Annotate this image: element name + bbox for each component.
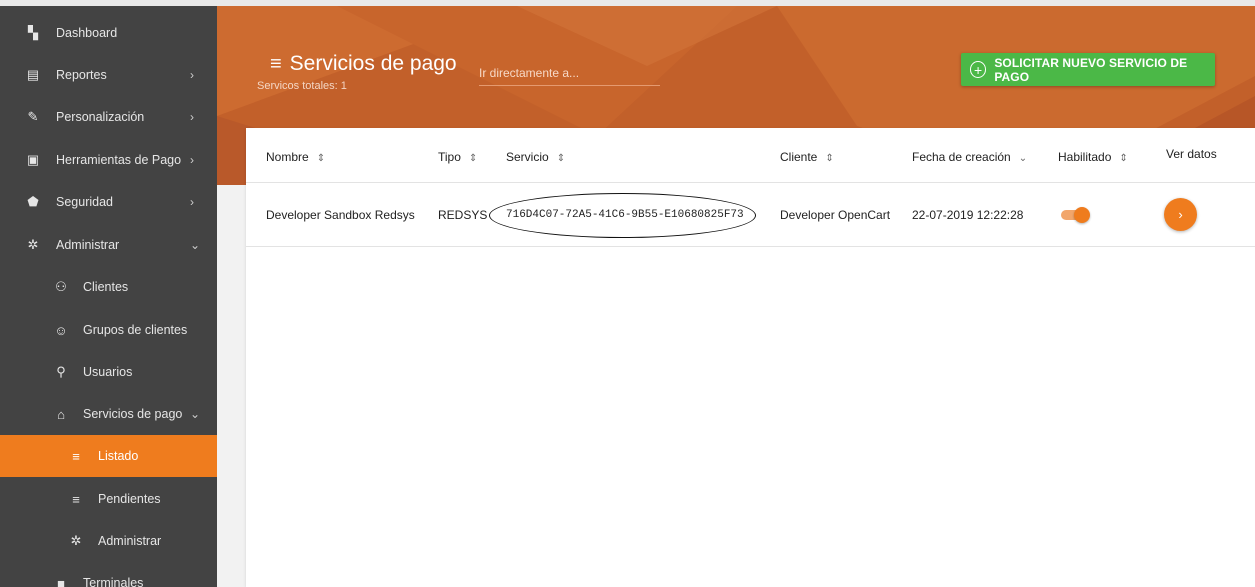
column-header-ver-datos: Ver datos xyxy=(1166,147,1217,161)
bank-icon: ⌂ xyxy=(57,406,65,422)
sort-icon: ⇕ xyxy=(316,153,326,164)
services-table: Nombre ⇕ Tipo ⇕ Servicio ⇕ Cliente ⇕ Fecha d… xyxy=(246,128,1255,587)
sidebar-item-label: Pendientes xyxy=(98,492,161,506)
gear-icon: ✲ xyxy=(70,533,82,548)
sidebar-item-dashboard[interactable]: ▚ Dashboard xyxy=(0,12,217,54)
toggle-knob xyxy=(1074,207,1090,223)
column-label: Cliente xyxy=(780,150,818,164)
column-label: Nombre xyxy=(266,150,309,164)
column-label: Habilitado xyxy=(1058,150,1112,164)
search-input[interactable] xyxy=(479,60,660,86)
group-icon: ☺ xyxy=(54,322,68,338)
cell-nombre: Developer Sandbox Redsys xyxy=(266,208,415,222)
sidebar-item-label: Personalización xyxy=(56,110,145,124)
sort-icon: ⇕ xyxy=(1119,153,1128,164)
sidebar-item-herramientas[interactable]: ▣ Herramientas de Pago › xyxy=(0,139,217,181)
app-root: ▚ Dashboard ▤ Reportes › ✎ Personalizaci… xyxy=(0,0,1255,587)
menu-icon: ≡ xyxy=(270,52,282,75)
list-icon: ≡ xyxy=(72,491,80,507)
sidebar-item-label: Servicios de pago xyxy=(83,407,183,421)
dashboard-icon: ▚ xyxy=(28,25,38,40)
sidebar-item-seguridad[interactable]: ⬟ Seguridad › xyxy=(0,181,217,223)
sidebar-item-label: Reportes xyxy=(56,68,107,82)
column-label: Tipo xyxy=(438,150,461,164)
sidebar-item-listado[interactable]: ≡ Listado xyxy=(0,435,217,477)
request-new-service-button[interactable]: + SOLICITAR NUEVO SERVICIO DE PAGO xyxy=(961,53,1215,86)
header-divider xyxy=(246,182,1255,183)
add-circle-icon: + xyxy=(970,61,987,78)
sidebar-item-label: Administrar xyxy=(56,238,120,252)
sidebar-item-grupos-clientes[interactable]: ☺ Grupos de clientes xyxy=(0,309,217,351)
cell-tipo: REDSYS xyxy=(438,208,488,222)
cell-servicio: 716D4C07-72A5-41C6-9B55-E10680825F73 xyxy=(506,209,744,221)
row-divider xyxy=(246,246,1255,247)
sort-icon: ⇕ xyxy=(468,153,478,164)
chevron-down-icon: ⌄ xyxy=(190,407,201,421)
sort-icon: ⇕ xyxy=(556,153,566,164)
chevron-down-icon: ⌄ xyxy=(190,238,201,252)
column-header-nombre[interactable]: Nombre ⇕ xyxy=(266,150,325,164)
column-header-fecha[interactable]: Fecha de creación ⌄ xyxy=(912,150,1027,164)
sort-icon: ⇕ xyxy=(825,153,834,164)
sidebar-item-label: Listado xyxy=(98,449,139,463)
shield-icon: ⬟ xyxy=(27,194,39,209)
sidebar-item-label: Dashboard xyxy=(56,26,118,40)
chevron-right-icon: › xyxy=(190,68,194,82)
sidebar-item-terminales[interactable]: ■ Terminales xyxy=(0,562,217,587)
gear-icon: ✲ xyxy=(27,237,39,252)
services-total: Servicos totales: 1 xyxy=(257,80,347,92)
people-icon: ⚇ xyxy=(55,279,67,294)
sidebar-item-pendientes[interactable]: ≡ Pendientes xyxy=(0,478,217,520)
column-header-tipo[interactable]: Tipo ⇕ xyxy=(438,150,477,164)
enabled-toggle[interactable] xyxy=(1061,207,1091,223)
sidebar-item-administrar-servicios[interactable]: ✲ Administrar xyxy=(0,520,217,562)
sidebar-item-label: Usuarios xyxy=(83,365,133,379)
chevron-right-icon: › xyxy=(190,153,194,167)
chevron-right-icon: › xyxy=(190,110,194,124)
cell-fecha: 22-07-2019 12:22:28 xyxy=(912,208,1024,222)
page-title-text: Servicios de pago xyxy=(289,52,457,75)
request-new-service-label: SOLICITAR NUEVO SERVICIO DE PAGO xyxy=(994,55,1188,84)
column-label: Servicio xyxy=(506,150,549,164)
sidebar-item-label: Clientes xyxy=(83,280,129,294)
user-icon: ⚲ xyxy=(56,364,66,379)
page-title: ≡ Servicios de pago xyxy=(270,52,457,76)
cell-cliente: Developer OpenCart xyxy=(780,208,891,222)
list-icon: ≡ xyxy=(72,448,80,464)
column-header-cliente[interactable]: Cliente ⇕ xyxy=(780,150,834,164)
sidebar-item-usuarios[interactable]: ⚲ Usuarios xyxy=(0,351,217,393)
briefcase-icon: ■ xyxy=(57,575,65,587)
chevron-right-icon: › xyxy=(1178,207,1183,222)
sidebar-item-reportes[interactable]: ▤ Reportes › xyxy=(0,54,217,96)
brush-icon: ✎ xyxy=(27,109,39,124)
view-details-button[interactable]: › xyxy=(1164,198,1197,231)
chevron-down-icon: ⌄ xyxy=(1018,153,1028,164)
payment-icon: ▣ xyxy=(26,152,40,167)
sidebar-item-label: Grupos de clientes xyxy=(83,323,188,337)
chevron-right-icon: › xyxy=(190,195,194,209)
sidebar-item-personalizacion[interactable]: ✎ Personalización › xyxy=(0,96,217,138)
column-label: Fecha de creación xyxy=(912,150,1011,164)
sidebar-item-label: Terminales xyxy=(83,576,144,587)
sidebar-item-administrar[interactable]: ✲ Administrar ⌄ xyxy=(0,224,217,266)
sidebar-item-label: Administrar xyxy=(98,534,162,548)
column-header-habilitado[interactable]: Habilitado ⇕ xyxy=(1058,150,1128,164)
sidebar-item-label: Seguridad xyxy=(56,195,113,209)
sidebar-item-servicios-pago[interactable]: ⌂ Servicios de pago ⌄ xyxy=(0,393,217,435)
sidebar-item-label: Herramientas de Pago xyxy=(56,153,182,167)
column-header-servicio[interactable]: Servicio ⇕ xyxy=(506,150,565,164)
sidebar: ▚ Dashboard ▤ Reportes › ✎ Personalizaci… xyxy=(0,0,217,587)
clipboard-icon: ▤ xyxy=(26,67,40,82)
sidebar-item-clientes[interactable]: ⚇ Clientes xyxy=(0,266,217,308)
